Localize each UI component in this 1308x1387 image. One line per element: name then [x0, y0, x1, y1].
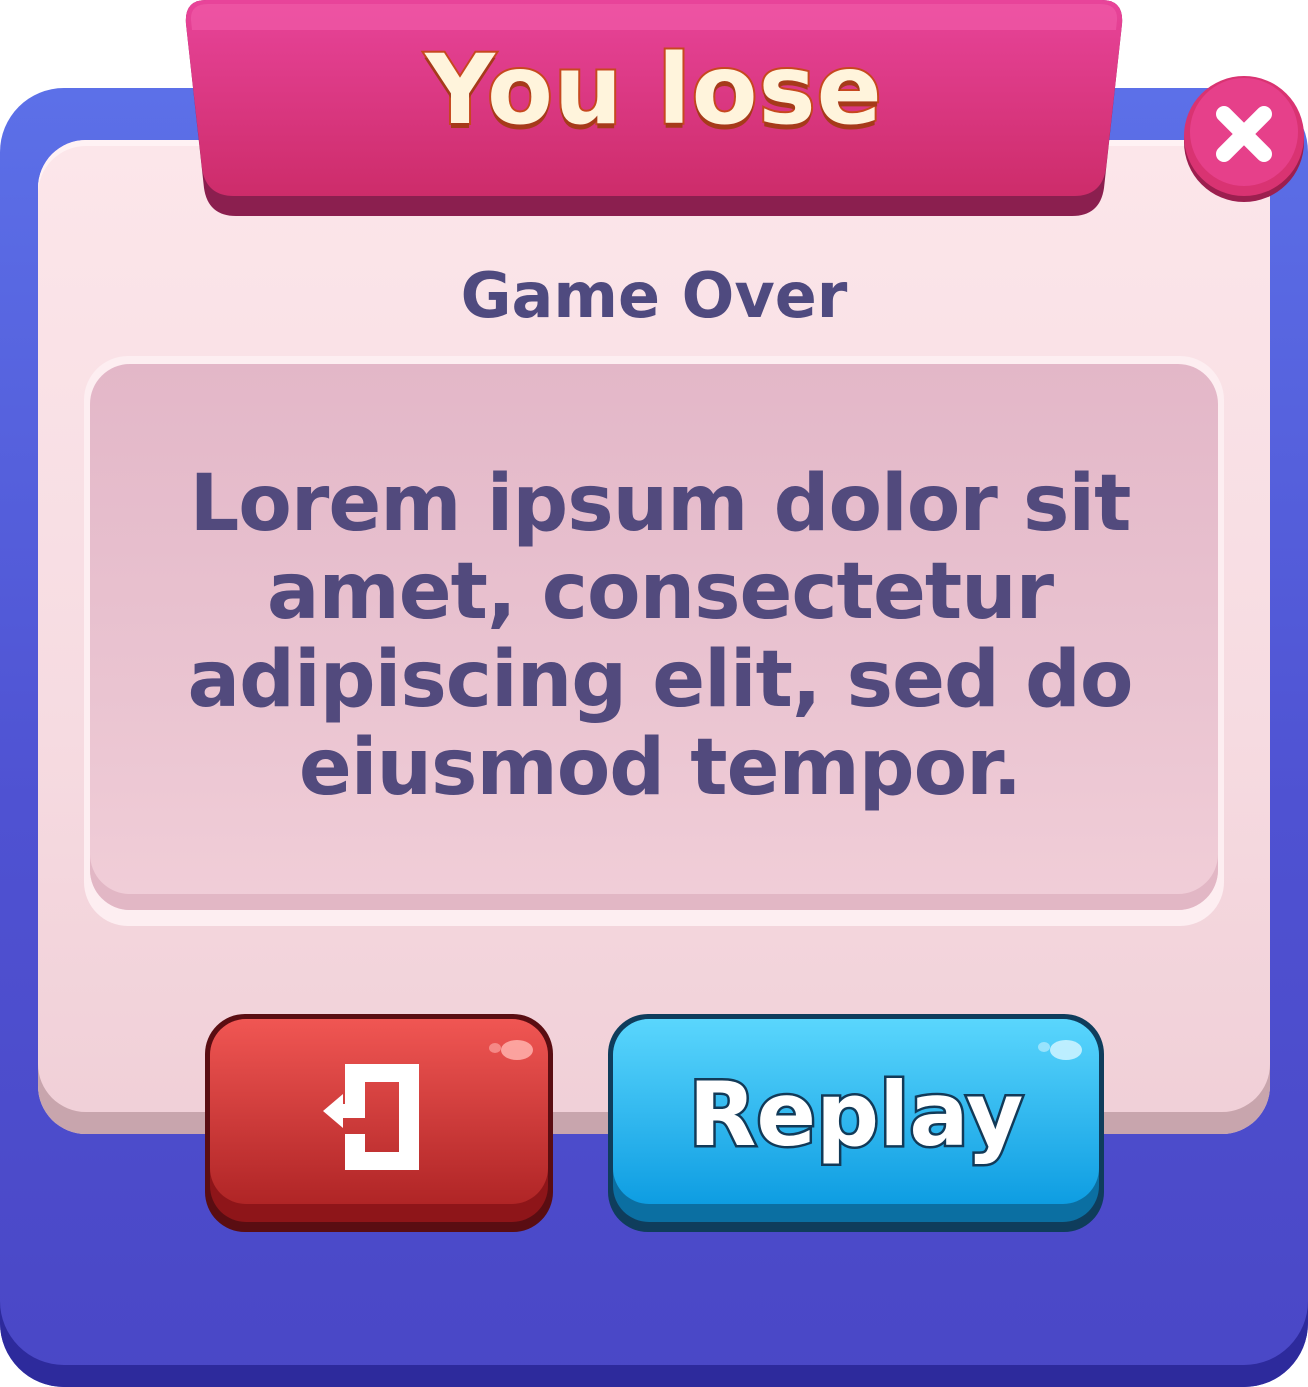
replay-button[interactable]: Replay — [608, 1014, 1104, 1232]
message-box: Lorem ipsum dolor sit amet, consectetur … — [84, 356, 1224, 926]
dialog-message: Lorem ipsum dolor sit amet, consectetur … — [187, 459, 1134, 813]
message-box-inner: Lorem ipsum dolor sit amet, consectetur … — [90, 364, 1218, 910]
exit-door-icon — [323, 1064, 419, 1170]
replay-label: Replay — [686, 1061, 1026, 1169]
exit-button[interactable] — [205, 1014, 553, 1232]
title-ribbon: You lose — [184, 0, 1124, 216]
dialog-title: You lose — [423, 32, 884, 148]
dialog-subtitle: Game Over — [460, 259, 848, 332]
close-x-icon — [1184, 76, 1304, 202]
close-button[interactable] — [1180, 70, 1308, 212]
